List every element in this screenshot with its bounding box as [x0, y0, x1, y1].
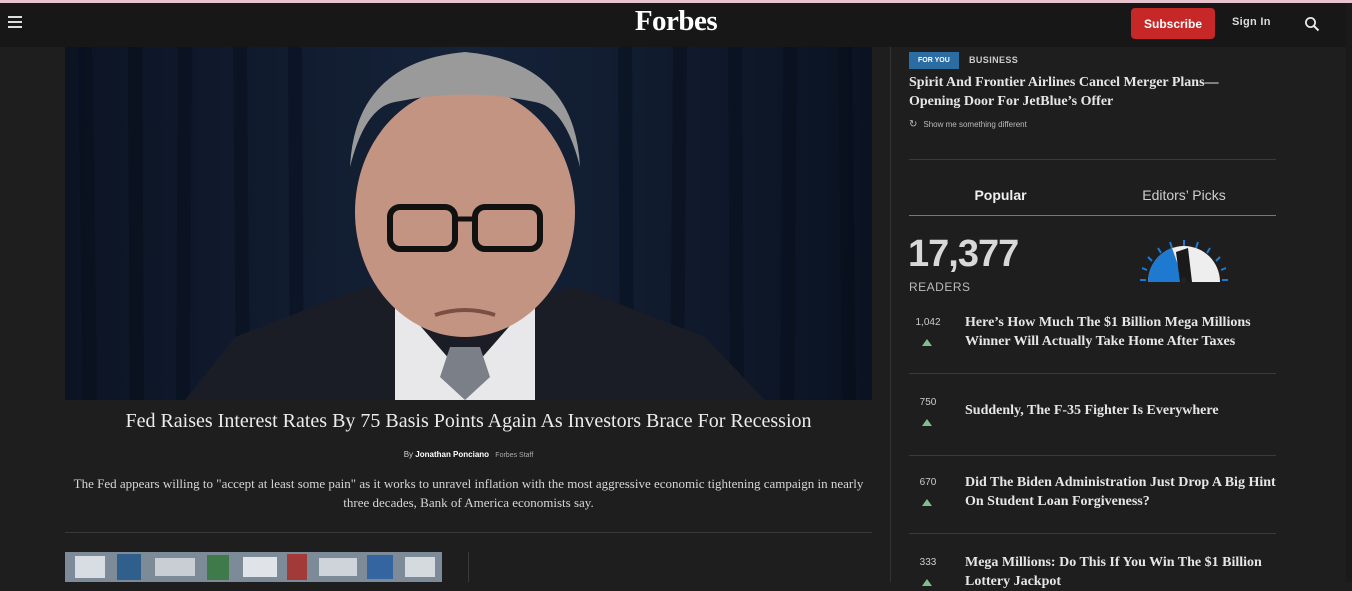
divider [65, 532, 872, 533]
show-me-label: Show me something different [923, 120, 1027, 129]
readers-gauge-icon [1140, 240, 1228, 283]
trend-up-icon [922, 339, 932, 346]
divider [468, 552, 469, 582]
popular-article-title[interactable]: Did The Biden Administration Just Drop A… [965, 473, 1281, 511]
reader-count: 750 [919, 397, 937, 408]
author-link[interactable]: Jonathan Ponciano [415, 450, 489, 459]
tab-editors-picks[interactable]: Editors’ Picks [1092, 187, 1276, 203]
readers-count: 17,377 [908, 233, 1019, 275]
byline-prefix: By [403, 450, 414, 459]
category-label[interactable]: BUSINESS [969, 55, 1018, 65]
tab-popular[interactable]: Popular [909, 187, 1092, 203]
scrollbar[interactable] [1346, 3, 1352, 582]
trend-up-icon [922, 499, 932, 506]
divider [909, 159, 1276, 160]
popular-article-title[interactable]: Mega Millions: Do This If You Win The $1… [965, 553, 1281, 591]
popular-article-title[interactable]: Here’s How Much The $1 Billion Mega Mill… [965, 313, 1281, 351]
divider [909, 455, 1276, 456]
top-nav-bar: Forbes Subscribe Sign In [0, 3, 1352, 47]
hero-image[interactable] [65, 47, 872, 400]
sign-in-link[interactable]: Sign In [1232, 16, 1271, 28]
divider [909, 533, 1276, 534]
search-icon[interactable] [1304, 16, 1320, 32]
refresh-icon: ↻ [909, 119, 918, 130]
column-divider [890, 47, 891, 582]
for-you-badge: FOR YOU [909, 52, 959, 69]
subscribe-button[interactable]: Subscribe [1131, 8, 1215, 39]
divider [909, 373, 1276, 374]
reader-count: 1,042 [915, 317, 941, 328]
reader-count: 670 [919, 477, 937, 488]
author-role: Forbes Staff [495, 452, 534, 459]
popular-article-title[interactable]: Suddenly, The F-35 Fighter Is Everywhere [965, 401, 1281, 420]
show-me-different-button[interactable]: ↻ Show me something different [909, 119, 1027, 130]
trend-up-icon [922, 579, 932, 586]
readers-label: READERS [909, 280, 971, 294]
secondary-article-image[interactable] [65, 552, 442, 582]
sidebar-headline[interactable]: Spirit And Frontier Airlines Cancel Merg… [909, 73, 1269, 111]
hero-byline: By Jonathan Ponciano Forbes Staff [65, 450, 872, 459]
hero-article-title[interactable]: Fed Raises Interest Rates By 75 Basis Po… [65, 410, 872, 433]
hero-description: The Fed appears willing to "accept at le… [73, 476, 864, 510]
tab-underline [909, 215, 1276, 216]
reader-count: 333 [919, 557, 937, 568]
trend-up-icon [922, 419, 932, 426]
